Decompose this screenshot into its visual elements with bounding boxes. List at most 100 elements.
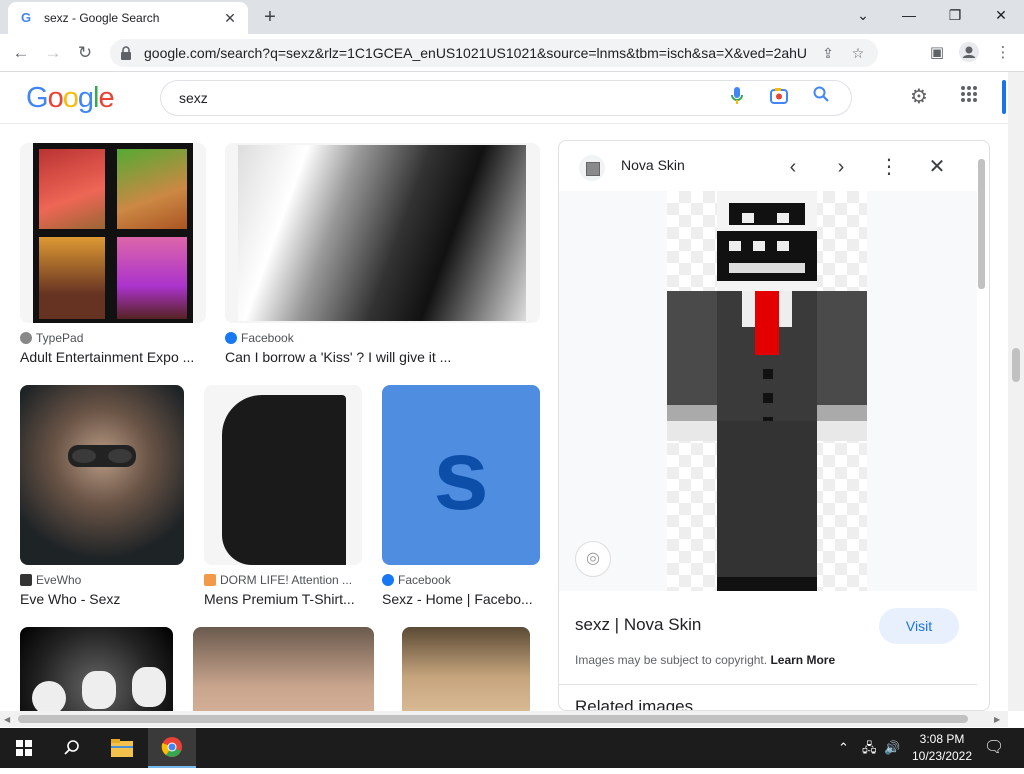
- search-icon[interactable]: [809, 86, 833, 110]
- previous-arrow-icon[interactable]: ‹: [779, 153, 807, 181]
- google-lens-icon[interactable]: [767, 86, 791, 110]
- microphone-icon[interactable]: [725, 86, 749, 110]
- result-thumbnail[interactable]: [204, 385, 362, 565]
- back-button[interactable]: ←: [8, 40, 34, 66]
- result-caption[interactable]: Can I borrow a 'Kiss' ? I will give it .…: [225, 349, 540, 365]
- restore-button[interactable]: ❐: [932, 0, 978, 30]
- tab-close-icon[interactable]: ✕: [222, 10, 238, 26]
- page-vertical-scrollbar[interactable]: [1008, 72, 1024, 711]
- vertical-scrollbar-thumb[interactable]: [1012, 348, 1020, 382]
- result-caption[interactable]: Mens Premium T-Shirt...: [204, 591, 362, 607]
- learn-more-link[interactable]: Learn More: [770, 653, 835, 667]
- lens-search-icon[interactable]: ◎: [575, 541, 611, 577]
- result-thumbnail[interactable]: s: [382, 385, 540, 565]
- result-card[interactable]: [193, 627, 374, 711]
- profile-avatar[interactable]: [958, 42, 980, 64]
- result-thumbnail[interactable]: [20, 143, 206, 323]
- result-card[interactable]: s Facebook Sexz - Home | Facebo...: [382, 385, 540, 607]
- tab-title: sexz - Google Search: [44, 11, 160, 25]
- chrome-menu-icon[interactable]: ⋮: [992, 42, 1014, 64]
- tab-google-search[interactable]: G sexz - Google Search ✕: [8, 2, 248, 34]
- close-window-button[interactable]: ✕: [978, 0, 1024, 30]
- volume-icon[interactable]: 🔊: [884, 728, 900, 768]
- sign-in-button-edge[interactable]: [1002, 80, 1006, 114]
- result-card[interactable]: DORM LIFE! Attention ... Mens Premium T-…: [204, 385, 362, 607]
- preview-image-area[interactable]: ◎: [559, 191, 977, 591]
- apps-grid-icon[interactable]: [956, 84, 982, 110]
- logo-letter: e: [98, 82, 114, 114]
- new-tab-button[interactable]: +: [258, 6, 282, 30]
- source-label: Facebook: [398, 573, 451, 587]
- windows-taskbar: ⌃ 🖧 🔊 3:08 PM 10/23/2022 🗨: [0, 728, 1024, 768]
- scroll-right-arrow-icon[interactable]: ▶: [994, 715, 1000, 724]
- result-caption[interactable]: Adult Entertainment Expo ...: [20, 349, 206, 365]
- show-hidden-icons-icon[interactable]: ⌃: [838, 728, 849, 768]
- source-label: Facebook: [241, 331, 294, 345]
- result-card[interactable]: TypePad Adult Entertainment Expo ...: [20, 143, 206, 365]
- source-label: EveWho: [36, 573, 82, 587]
- result-caption[interactable]: Sexz - Home | Facebo...: [382, 591, 540, 607]
- panel-title[interactable]: sexz | Nova Skin: [575, 615, 701, 635]
- related-images-heading: Related images: [575, 697, 694, 711]
- notifications-icon[interactable]: 🗨: [984, 728, 1004, 768]
- tab-strip: G sexz - Google Search ✕ + ⌄ — ❐ ✕: [0, 0, 1024, 34]
- result-card[interactable]: Facebook Can I borrow a 'Kiss' ? I will …: [225, 143, 540, 365]
- close-panel-icon[interactable]: ✕: [923, 153, 951, 181]
- image-results-grid: TypePad Adult Entertainment Expo ... Fac…: [0, 125, 550, 711]
- scroll-left-arrow-icon[interactable]: ◀: [4, 715, 10, 724]
- browser-toolbar: ← → ↻ google.com/search?q=sexz&rlz=1C1GC…: [0, 34, 1024, 72]
- panel-scrollbar[interactable]: [975, 151, 987, 710]
- result-source: DORM LIFE! Attention ...: [204, 573, 362, 587]
- start-button[interactable]: [0, 728, 48, 768]
- page-horizontal-scrollbar[interactable]: ◀ ▶: [0, 711, 1008, 727]
- source-label: TypePad: [36, 331, 84, 345]
- google-header: Google sexz ⚙: [0, 72, 1008, 124]
- minimize-button[interactable]: —: [886, 0, 932, 30]
- more-options-icon[interactable]: ⋮: [875, 153, 903, 181]
- taskbar-search-icon[interactable]: [48, 728, 96, 768]
- tab-search-icon[interactable]: ⌄: [840, 0, 886, 30]
- taskbar-clock[interactable]: 3:08 PM 10/23/2022: [904, 731, 980, 765]
- google-logo[interactable]: Google: [26, 82, 115, 115]
- result-thumbnail[interactable]: [20, 385, 184, 565]
- facebook-icon: [382, 574, 394, 586]
- result-thumbnail[interactable]: [193, 627, 374, 711]
- address-bar[interactable]: google.com/search?q=sexz&rlz=1C1GCEA_enU…: [110, 39, 878, 67]
- result-thumbnail[interactable]: [402, 627, 530, 711]
- search-input[interactable]: sexz: [179, 90, 707, 106]
- forward-button[interactable]: →: [40, 40, 66, 66]
- minecraft-skin-image[interactable]: [667, 191, 867, 591]
- network-icon[interactable]: 🖧: [862, 728, 877, 768]
- result-thumbnail[interactable]: [20, 627, 173, 711]
- bookmark-star-icon[interactable]: ☆: [848, 45, 868, 62]
- copyright-notice: Images may be subject to copyright. Lear…: [575, 653, 835, 667]
- clock-date: 10/23/2022: [911, 749, 973, 763]
- result-source: TypePad: [20, 331, 206, 345]
- side-panel-icon[interactable]: ▣: [926, 42, 948, 64]
- result-thumbnail[interactable]: [225, 143, 540, 323]
- logo-letter: o: [47, 82, 64, 114]
- logo-letter: o: [62, 82, 79, 114]
- dorm-life-icon: [204, 574, 216, 586]
- horizontal-scrollbar-thumb[interactable]: [18, 715, 968, 723]
- s-letter-logo: s: [433, 419, 489, 531]
- settings-gear-icon[interactable]: ⚙: [906, 84, 932, 110]
- panel-site-name[interactable]: Nova Skin: [621, 157, 685, 173]
- evewho-icon: [20, 574, 32, 586]
- image-preview-panel: Nova Skin ‹ › ⋮ ✕ ◎ sexz | Nova Skin Vis…: [558, 140, 990, 711]
- result-card[interactable]: EveWho Eve Who - Sexz: [20, 385, 184, 607]
- result-card[interactable]: [402, 627, 530, 711]
- facebook-icon: [225, 332, 237, 344]
- share-icon[interactable]: ⇪: [818, 45, 838, 62]
- google-favicon-icon: G: [20, 10, 32, 25]
- result-caption[interactable]: Eve Who - Sexz: [20, 591, 184, 607]
- panel-scrollbar-thumb[interactable]: [978, 159, 985, 289]
- chrome-taskbar-icon[interactable]: [148, 728, 196, 768]
- visit-button[interactable]: Visit: [879, 608, 959, 644]
- next-arrow-icon[interactable]: ›: [827, 153, 855, 181]
- search-box[interactable]: sexz: [160, 80, 852, 116]
- result-card[interactable]: [20, 627, 173, 711]
- reload-button[interactable]: ↻: [72, 40, 98, 66]
- file-explorer-icon[interactable]: [98, 728, 146, 768]
- lock-icon: [120, 46, 134, 60]
